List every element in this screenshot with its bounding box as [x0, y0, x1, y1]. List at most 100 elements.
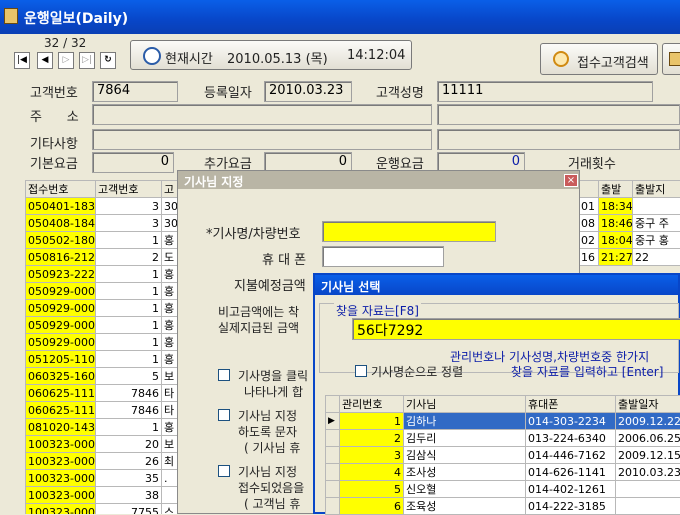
customer-no-field[interactable]: 7864 — [92, 81, 178, 102]
table-row[interactable]: 060325-16065보 — [26, 368, 186, 385]
table-cell: 1 — [340, 413, 404, 430]
last-record-button[interactable]: ▷| — [79, 52, 95, 69]
table-cell: 100323-0002 — [26, 436, 96, 453]
next-record-button[interactable]: ▷ — [58, 52, 74, 69]
driver-row[interactable]: 3김삼식014-446-71622009.12.15 — [326, 447, 680, 464]
phone-input[interactable] — [322, 246, 444, 267]
sort-by-name-checkbox[interactable] — [355, 365, 367, 377]
table-cell: 2010.03.23 — [616, 464, 680, 481]
option-3-checkbox[interactable] — [218, 465, 230, 477]
option-2-text: 기사님 지정 — [238, 407, 297, 424]
table-row[interactable]: 0818:46중구 주 — [579, 215, 680, 232]
table-row[interactable]: 050408-1846330 — [26, 215, 186, 232]
first-record-button[interactable]: |◀ — [14, 52, 30, 69]
assign-driver-titlebar: 기사님 지정 — [178, 171, 579, 189]
table-row[interactable]: 060625-11147846타 — [26, 385, 186, 402]
table-row[interactable]: 1621:2722 — [579, 249, 680, 266]
table-row[interactable]: 100323-000435. — [26, 470, 186, 487]
table-cell: 1 — [96, 266, 162, 283]
customer-name-label: 고객성명 — [376, 82, 424, 101]
address-field-1[interactable] — [92, 104, 432, 125]
table-cell: 조사성 — [404, 464, 526, 481]
table-row[interactable]: 0118:34 — [579, 198, 680, 215]
customer-name-field[interactable]: 11111 — [437, 81, 653, 102]
table-cell: 060325-1606 — [26, 368, 96, 385]
driver-grid-header[interactable]: 기사님 — [404, 396, 526, 413]
table-cell: 100323-0003 — [26, 453, 96, 470]
table-row[interactable]: 100323-000220보 — [26, 436, 186, 453]
driver-search-input[interactable]: 56다7292 — [352, 318, 680, 340]
driver-grid[interactable]: 관리번호 기사님 휴대폰 출발일자 ▶1김하나014-303-22342009.… — [325, 395, 680, 515]
notes-field-2[interactable] — [437, 129, 680, 150]
partial-toolbar-button[interactable] — [662, 43, 680, 75]
table-cell: 050408-1846 — [26, 215, 96, 232]
table-cell: 3 — [340, 447, 404, 464]
prev-record-button[interactable]: ◀ — [37, 52, 53, 69]
table-row[interactable]: 050929-00071홍 — [26, 300, 186, 317]
option-2-checkbox[interactable] — [218, 409, 230, 421]
table-cell: 26 — [96, 453, 162, 470]
table-row[interactable]: 081020-14301홍 — [26, 419, 186, 436]
table-cell: 16 — [579, 249, 599, 266]
table-cell: 100323-0006 — [26, 504, 96, 515]
select-driver-dialog: 기사님 선택 찾을 자료는[F8] 56다7292 관리번호나 기사성명,차량번… — [313, 273, 680, 514]
driver-row[interactable]: 6조육성014-222-3185 — [326, 498, 680, 515]
notes-field-1[interactable] — [92, 129, 432, 150]
right-grid[interactable]: 출발 출발지 0118:340818:46중구 주0218:04중구 홍1621… — [578, 180, 680, 270]
clock-label: 현재시간 — [165, 48, 213, 67]
table-cell: 2 — [340, 430, 404, 447]
right-grid-header[interactable]: 출발 — [599, 181, 633, 198]
main-grid-header[interactable]: 고객번호 — [96, 181, 162, 198]
table-row[interactable]: 050502-18041홍 — [26, 232, 186, 249]
driver-grid-header[interactable]: 휴대폰 — [526, 396, 616, 413]
driver-input[interactable] — [322, 221, 496, 242]
close-icon[interactable]: × — [564, 174, 578, 187]
option-1-checkbox[interactable] — [218, 369, 230, 381]
notes-label: 기타사항 — [30, 133, 78, 152]
table-row[interactable]: 050401-1834330 — [26, 198, 186, 215]
table-cell: 4 — [340, 464, 404, 481]
table-cell: 050401-1834 — [26, 198, 96, 215]
table-cell: 2009.12.15 — [616, 447, 680, 464]
address-field-2[interactable] — [437, 104, 680, 125]
table-cell: 20 — [96, 436, 162, 453]
driver-row[interactable]: 2김두리013-224-63402006.06.25 — [326, 430, 680, 447]
main-grid[interactable]: 접수번호 고객번호 고 050401-1834330050408-1846330… — [25, 180, 185, 514]
driver-row[interactable]: ▶1김하나014-303-22342009.12.22 — [326, 413, 680, 430]
driver-row[interactable]: 5신오혈014-402-1261 — [326, 481, 680, 498]
driver-grid-header[interactable]: 출발일자 — [616, 396, 680, 413]
table-cell: 014-303-2234 — [526, 413, 616, 430]
current-time-button[interactable]: 현재시간 2010.05.13 (목) 14:12:04 — [130, 40, 412, 70]
table-row[interactable]: 050816-21272도 — [26, 249, 186, 266]
base-fee-field[interactable]: 0 — [92, 152, 174, 173]
main-grid-header[interactable]: 접수번호 — [26, 181, 96, 198]
table-row[interactable]: 051205-11011홍 — [26, 351, 186, 368]
table-cell: 050816-2127 — [26, 249, 96, 266]
table-row[interactable]: 0218:04중구 홍 — [579, 232, 680, 249]
table-row[interactable]: 060625-11147846타 — [26, 402, 186, 419]
table-row[interactable]: 100323-000538 — [26, 487, 186, 504]
table-cell: 7846 — [96, 402, 162, 419]
table-cell: 050929-0007 — [26, 300, 96, 317]
search-customer-button[interactable]: 접수고객검색 — [540, 43, 658, 75]
table-row[interactable]: 050923-22201홍 — [26, 266, 186, 283]
driver-row[interactable]: 4조사성014-626-11412010.03.23 — [326, 464, 680, 481]
option-3-text: 기사님 지정 — [238, 463, 297, 480]
search-group-label: 찾을 자료는[F8] — [334, 302, 421, 319]
sort-by-name-label: 기사명순으로 정렬 — [371, 363, 463, 380]
table-row[interactable]: 050929-00071홍 — [26, 334, 186, 351]
option-1-text-2: 나타나게 합 — [244, 383, 303, 400]
table-row[interactable]: 100323-00067755스 — [26, 504, 186, 515]
driver-grid-header[interactable]: 관리번호 — [340, 396, 404, 413]
table-cell: 18:46 — [599, 215, 633, 232]
table-row[interactable]: 050929-00071홍 — [26, 317, 186, 334]
refresh-button[interactable]: ↻ — [100, 52, 116, 69]
table-row[interactable]: 100323-000326최 — [26, 453, 186, 470]
table-cell — [616, 498, 680, 515]
table-row[interactable]: 050929-00071홍 — [26, 283, 186, 300]
right-grid-header[interactable]: 출발지 — [633, 181, 680, 198]
note-line-2: 실제지급된 금액 — [218, 319, 299, 336]
note-line-1: 비고금액에는 착 — [218, 303, 299, 320]
reg-date-field[interactable]: 2010.03.23 — [264, 81, 352, 102]
table-cell: 2 — [96, 249, 162, 266]
